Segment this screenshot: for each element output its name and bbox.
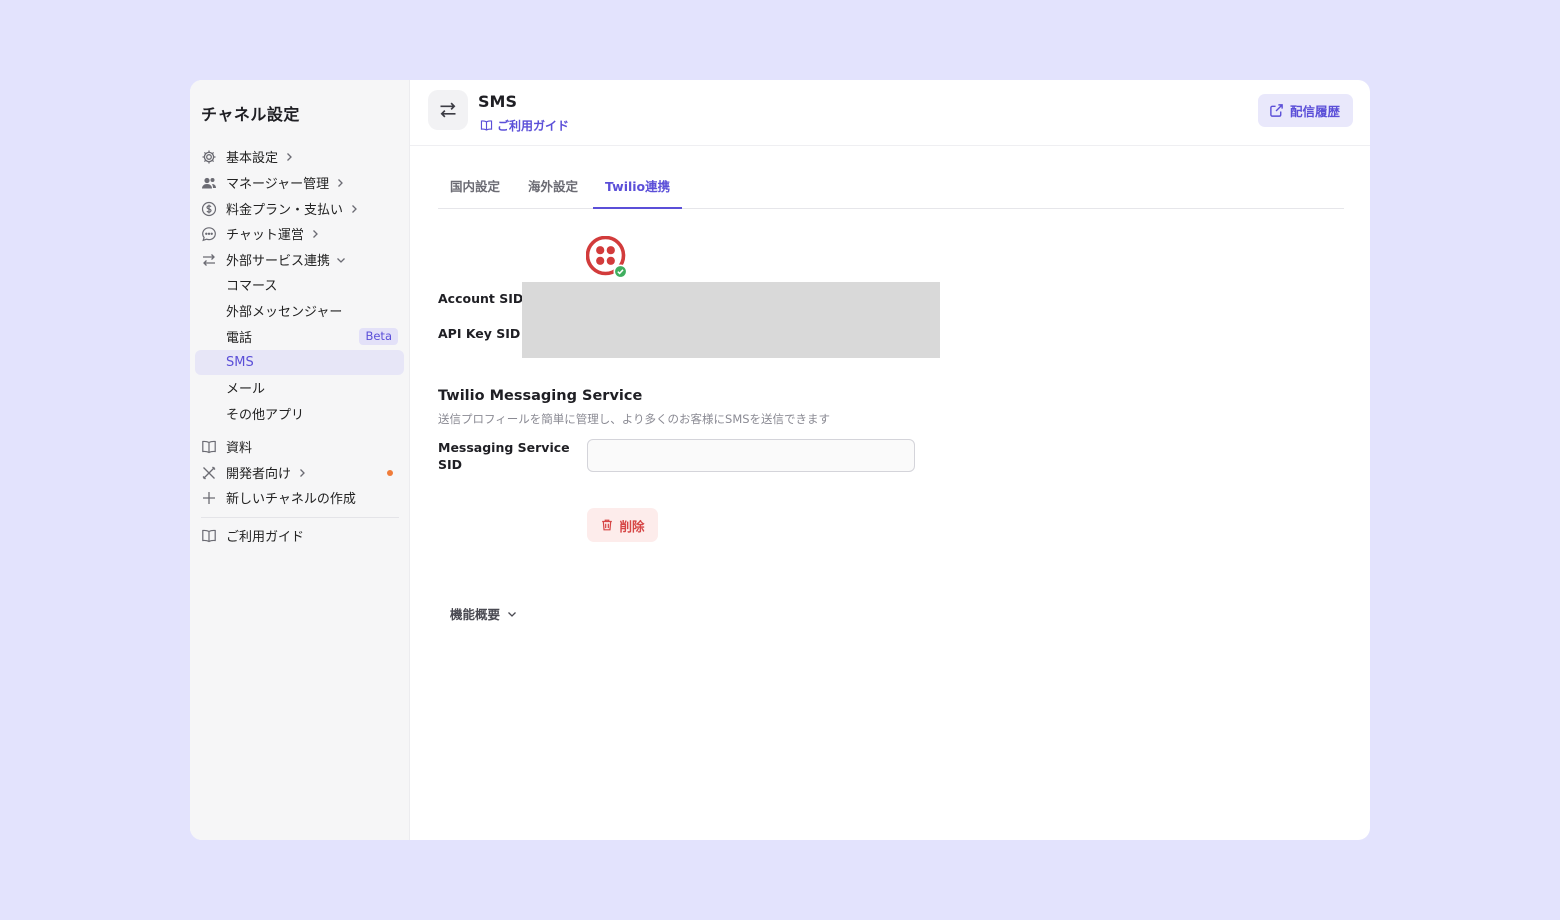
feature-overview-toggle[interactable]: 機能概要 bbox=[450, 604, 517, 623]
api-key-sid-label: API Key SID bbox=[438, 326, 521, 341]
sidebar-item-label: 資料 bbox=[226, 441, 253, 456]
sidebar-title: チャネル設定 bbox=[201, 105, 300, 124]
sidebar-item-external-services[interactable]: 外部サービス連携 bbox=[195, 247, 404, 272]
messaging-service-title: Twilio Messaging Service bbox=[438, 388, 643, 404]
sidebar-item-sms[interactable]: SMS bbox=[195, 350, 404, 375]
page-header: SMS ご利用ガイド 配信履歴 bbox=[410, 80, 1370, 146]
sidebar: チャネル設定 基本設定 マネージャー管理 料金プラン・支払い チャット運営 外部… bbox=[190, 80, 410, 840]
sidebar-item-other-apps[interactable]: その他アプリ bbox=[195, 401, 404, 426]
sidebar-item-phone[interactable]: 電話 Beta bbox=[195, 324, 404, 349]
users-icon bbox=[201, 175, 217, 191]
transfer-icon bbox=[428, 90, 468, 130]
sidebar-item-label: 基本設定 bbox=[226, 151, 279, 166]
sidebar-divider bbox=[201, 517, 399, 518]
sidebar-item-developers[interactable]: 開発者向け bbox=[195, 460, 404, 485]
sidebar-item-label: 新しいチャネルの作成 bbox=[226, 492, 356, 507]
chevron-down-icon bbox=[336, 255, 346, 265]
twilio-logo-icon bbox=[585, 235, 628, 279]
gear-icon bbox=[201, 149, 217, 165]
guide-link-label: ご利用ガイド bbox=[497, 119, 570, 133]
tab-twilio[interactable]: Twilio連携 bbox=[593, 172, 683, 209]
book-icon bbox=[201, 528, 217, 544]
notification-dot bbox=[387, 470, 393, 476]
sidebar-item-resources[interactable]: 資料 bbox=[195, 434, 404, 459]
transfer-icon bbox=[201, 252, 217, 268]
sidebar-item-label: 外部サービス連携 bbox=[226, 254, 331, 269]
messaging-service-sid-input[interactable] bbox=[587, 439, 915, 472]
account-sid-label: Account SID bbox=[438, 291, 524, 306]
messaging-service-description: 送信プロフィールを簡単に管理し、より多くのお客様にSMSを送信できます bbox=[438, 412, 831, 426]
chevron-right-icon bbox=[297, 468, 307, 478]
delete-button[interactable]: 削除 bbox=[587, 508, 658, 542]
sidebar-item-email[interactable]: メール bbox=[195, 375, 404, 400]
sidebar-item-commerce[interactable]: コマース bbox=[195, 272, 404, 297]
main-panel: SMS ご利用ガイド 配信履歴 国内設定 海外設定 Twilio連携 Accou… bbox=[410, 80, 1370, 840]
feature-overview-label: 機能概要 bbox=[450, 607, 501, 622]
sidebar-item-external-messenger[interactable]: 外部メッセンジャー bbox=[195, 298, 404, 323]
book-icon bbox=[201, 439, 217, 455]
sidebar-item-create-channel[interactable]: 新しいチャネルの作成 bbox=[195, 485, 404, 510]
guide-link[interactable]: ご利用ガイド bbox=[480, 117, 569, 134]
chat-icon bbox=[201, 226, 217, 242]
delete-button-label: 削除 bbox=[619, 519, 645, 534]
dollar-icon bbox=[201, 201, 217, 217]
sidebar-item-chat[interactable]: チャット運営 bbox=[195, 221, 404, 246]
credentials-redacted-area bbox=[522, 282, 940, 358]
trash-icon bbox=[602, 519, 613, 531]
beta-badge: Beta bbox=[359, 328, 398, 345]
sidebar-item-label: ご利用ガイド bbox=[226, 530, 305, 545]
sidebar-item-label: コマース bbox=[226, 279, 278, 294]
tab-domestic[interactable]: 国内設定 bbox=[438, 172, 512, 209]
sidebar-item-billing[interactable]: 料金プラン・支払い bbox=[195, 196, 404, 221]
sidebar-item-label: メール bbox=[226, 382, 266, 397]
external-link-icon bbox=[1270, 104, 1283, 117]
sidebar-item-label: マネージャー管理 bbox=[226, 177, 330, 192]
sidebar-item-guide[interactable]: ご利用ガイド bbox=[195, 523, 404, 548]
page-title: SMS bbox=[478, 92, 517, 111]
delivery-history-label: 配信履歴 bbox=[1289, 105, 1340, 119]
tab-overseas[interactable]: 海外設定 bbox=[516, 172, 590, 209]
sidebar-item-label: 外部メッセンジャー bbox=[226, 305, 343, 320]
sidebar-item-label: 電話 bbox=[226, 331, 253, 346]
plus-icon bbox=[201, 490, 217, 506]
sidebar-item-label: その他アプリ bbox=[226, 408, 305, 423]
chevron-right-icon bbox=[335, 178, 345, 188]
delivery-history-button[interactable]: 配信履歴 bbox=[1257, 94, 1353, 127]
sidebar-item-label: SMS bbox=[226, 355, 254, 370]
chevron-down-icon bbox=[508, 611, 516, 617]
sidebar-item-label: チャット運営 bbox=[226, 228, 304, 243]
sidebar-item-label: 料金プラン・支払い bbox=[226, 203, 344, 218]
settings-window: チャネル設定 基本設定 マネージャー管理 料金プラン・支払い チャット運営 外部… bbox=[190, 80, 1370, 840]
book-icon bbox=[480, 120, 493, 131]
sidebar-item-label: 開発者向け bbox=[226, 467, 292, 482]
chevron-right-icon bbox=[349, 204, 359, 214]
tab-bar: 国内設定 海外設定 Twilio連携 bbox=[438, 172, 1344, 209]
sidebar-item-manager[interactable]: マネージャー管理 bbox=[195, 170, 404, 195]
tools-icon bbox=[201, 465, 217, 481]
sidebar-item-basic-settings[interactable]: 基本設定 bbox=[195, 144, 404, 169]
chevron-right-icon bbox=[284, 152, 294, 162]
messaging-service-sid-label: Messaging Service SID bbox=[438, 440, 570, 472]
chevron-right-icon bbox=[310, 229, 320, 239]
